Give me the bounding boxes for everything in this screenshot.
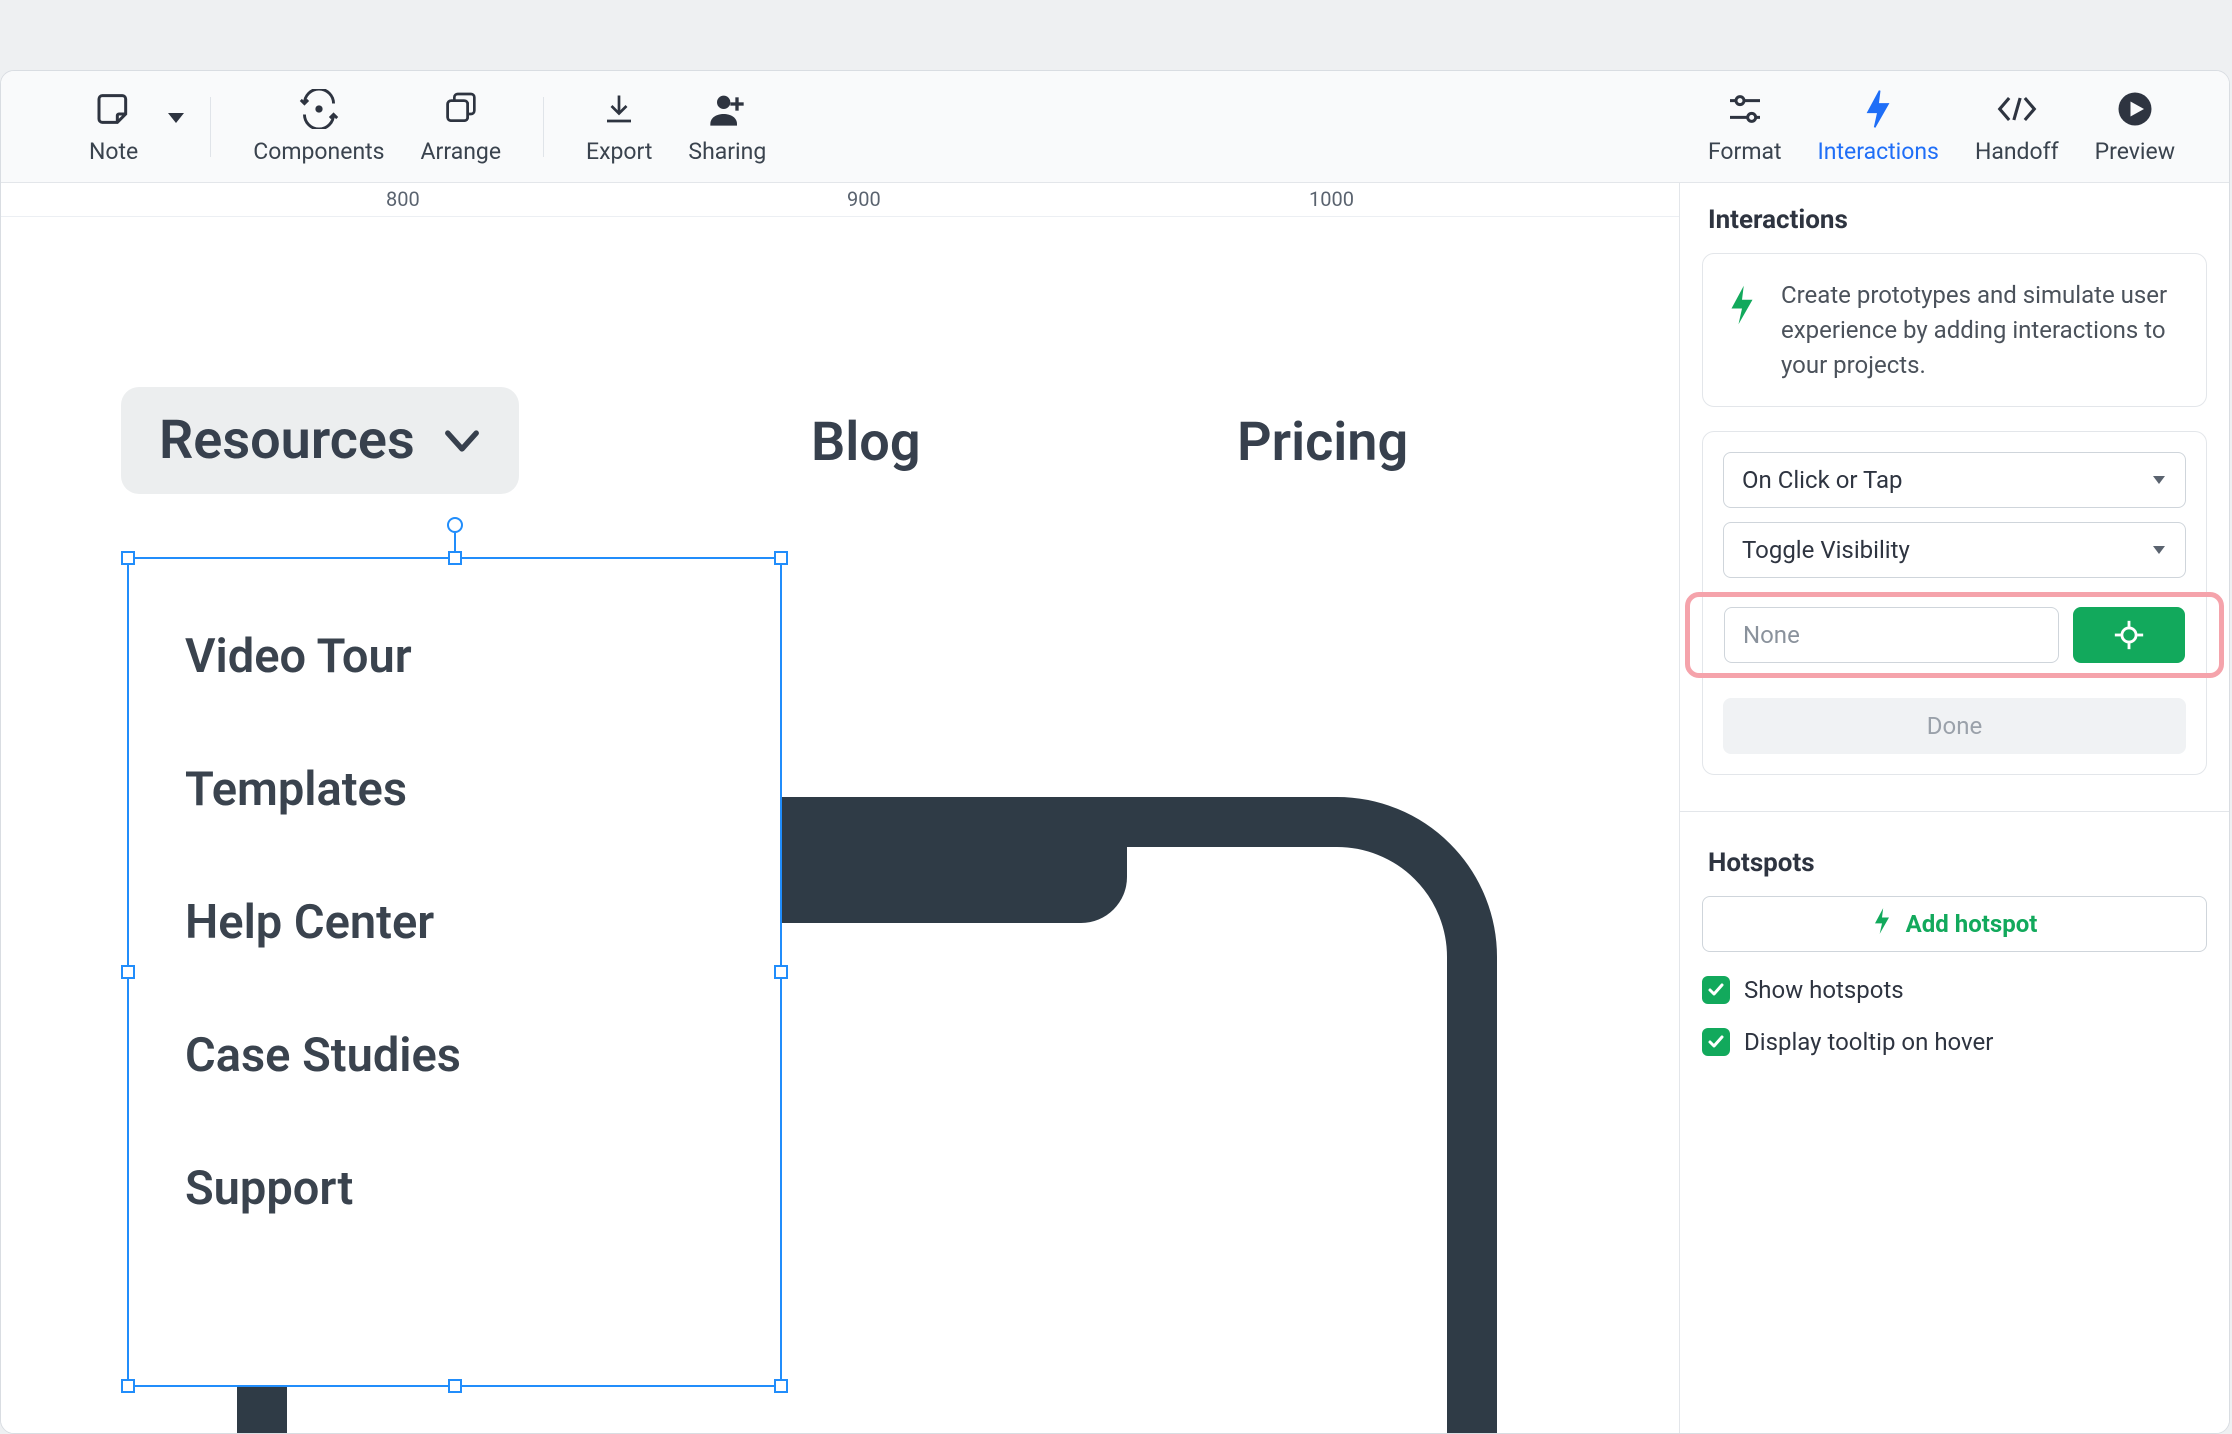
arrange-icon	[441, 88, 481, 130]
menu-item[interactable]: Help Center	[185, 895, 724, 950]
trigger-dropdown[interactable]: On Click or Tap	[1723, 452, 2186, 508]
resize-handle[interactable]	[121, 965, 135, 979]
resources-label: Resources	[159, 409, 415, 472]
export-button[interactable]: Export	[568, 82, 670, 172]
sharing-icon	[707, 88, 747, 130]
trigger-value: On Click or Tap	[1742, 466, 1903, 494]
target-picker-highlight: None	[1685, 592, 2224, 678]
checkbox-checked-icon	[1702, 976, 1730, 1004]
resize-handle[interactable]	[448, 551, 462, 565]
resize-handle[interactable]	[121, 551, 135, 565]
add-hotspot-button[interactable]: Add hotspot	[1702, 896, 2207, 952]
format-button[interactable]: Format	[1690, 82, 1800, 172]
preview-icon	[2117, 88, 2153, 130]
interactions-button[interactable]: Interactions	[1800, 82, 1957, 172]
add-hotspot-label: Add hotspot	[1906, 910, 2038, 938]
arrange-label: Arrange	[421, 138, 501, 165]
resize-handle[interactable]	[774, 551, 788, 565]
nav-item-pricing[interactable]: Pricing	[1237, 411, 1408, 474]
arrange-button[interactable]: Arrange	[403, 82, 519, 172]
resize-handle[interactable]	[774, 965, 788, 979]
panel-separator	[1680, 811, 2229, 812]
interactions-label: Interactions	[1818, 138, 1939, 165]
handoff-button[interactable]: Handoff	[1957, 82, 2077, 172]
note-dropdown-caret[interactable]	[166, 110, 186, 129]
bolt-icon	[1872, 907, 1892, 941]
interaction-editor-card: On Click or Tap Toggle Visibility None	[1702, 431, 2207, 775]
components-label: Components	[253, 138, 384, 165]
note-label: Note	[89, 138, 138, 165]
components-button[interactable]: Components	[235, 82, 402, 172]
export-label: Export	[586, 138, 652, 165]
caret-down-icon	[2151, 474, 2167, 486]
toolbar-left-group: Note Components	[1, 82, 784, 172]
design-canvas[interactable]: Resources Blog Pricing Video Tour Templa…	[1, 217, 1679, 1433]
pick-target-button[interactable]	[2073, 607, 2185, 663]
ruler-tick: 800	[386, 187, 420, 211]
target-placeholder: None	[1743, 621, 1800, 649]
sharing-button[interactable]: Sharing	[670, 82, 784, 172]
target-field[interactable]: None	[1724, 607, 2059, 663]
interactions-hint-text: Create prototypes and simulate user expe…	[1781, 278, 2182, 382]
show-hotspots-label: Show hotspots	[1744, 976, 1904, 1004]
toolbar-separator	[210, 97, 211, 157]
interactions-icon	[1863, 88, 1893, 130]
nav-item-resources[interactable]: Resources	[121, 387, 519, 494]
preview-button[interactable]: Preview	[2077, 82, 2193, 172]
resize-handle[interactable]	[774, 1379, 788, 1393]
ruler-tick: 900	[847, 187, 881, 211]
ruler-tick: 1000	[1309, 187, 1354, 211]
format-label: Format	[1708, 138, 1782, 165]
toolbar-separator	[543, 97, 544, 157]
show-hotspots-checkbox-row[interactable]: Show hotspots	[1702, 976, 2207, 1004]
checkbox-checked-icon	[1702, 1028, 1730, 1056]
interactions-hint-card: Create prototypes and simulate user expe…	[1702, 253, 2207, 407]
selected-dropdown-group[interactable]: Video Tour Templates Help Center Case St…	[127, 557, 782, 1387]
chevron-down-icon	[443, 428, 481, 454]
menu-item[interactable]: Case Studies	[185, 1028, 724, 1083]
tooltip-checkbox-row[interactable]: Display tooltip on hover	[1702, 1028, 2207, 1056]
components-icon	[297, 88, 341, 130]
done-label: Done	[1927, 712, 1982, 740]
right-panel: Interactions Create prototypes and simul…	[1679, 183, 2229, 1433]
hotspots-section-title: Hotspots	[1702, 848, 2207, 896]
note-button[interactable]: Note	[71, 82, 156, 172]
export-icon	[601, 88, 637, 130]
note-button-group: Note	[71, 82, 186, 172]
toolbar: Note Components	[1, 71, 2229, 183]
done-button[interactable]: Done	[1723, 698, 2186, 754]
menu-item[interactable]: Templates	[185, 762, 724, 817]
interactions-section-title: Interactions	[1702, 183, 2207, 253]
menu-item[interactable]: Support	[185, 1161, 724, 1216]
nav-item-blog[interactable]: Blog	[811, 411, 921, 474]
preview-label: Preview	[2095, 138, 2175, 165]
bolt-icon	[1727, 284, 1757, 336]
handoff-icon	[1995, 88, 2039, 130]
resize-handle[interactable]	[448, 1379, 462, 1393]
rotation-handle-line	[454, 533, 456, 553]
action-dropdown[interactable]: Toggle Visibility	[1723, 522, 2186, 578]
format-icon	[1725, 88, 1765, 130]
tooltip-label: Display tooltip on hover	[1744, 1028, 1993, 1056]
action-value: Toggle Visibility	[1742, 536, 1910, 564]
resize-handle[interactable]	[121, 1379, 135, 1393]
rotation-handle[interactable]	[447, 517, 463, 533]
caret-down-icon	[2151, 544, 2167, 556]
dropdown-menu: Video Tour Templates Help Center Case St…	[129, 559, 780, 1385]
note-icon	[94, 88, 134, 130]
toolbar-right-group: Format Interactions	[1690, 82, 2229, 172]
sharing-label: Sharing	[688, 138, 766, 165]
handoff-label: Handoff	[1975, 138, 2059, 165]
menu-item[interactable]: Video Tour	[185, 629, 724, 684]
horizontal-ruler: 800 900 1000	[1, 183, 1679, 217]
